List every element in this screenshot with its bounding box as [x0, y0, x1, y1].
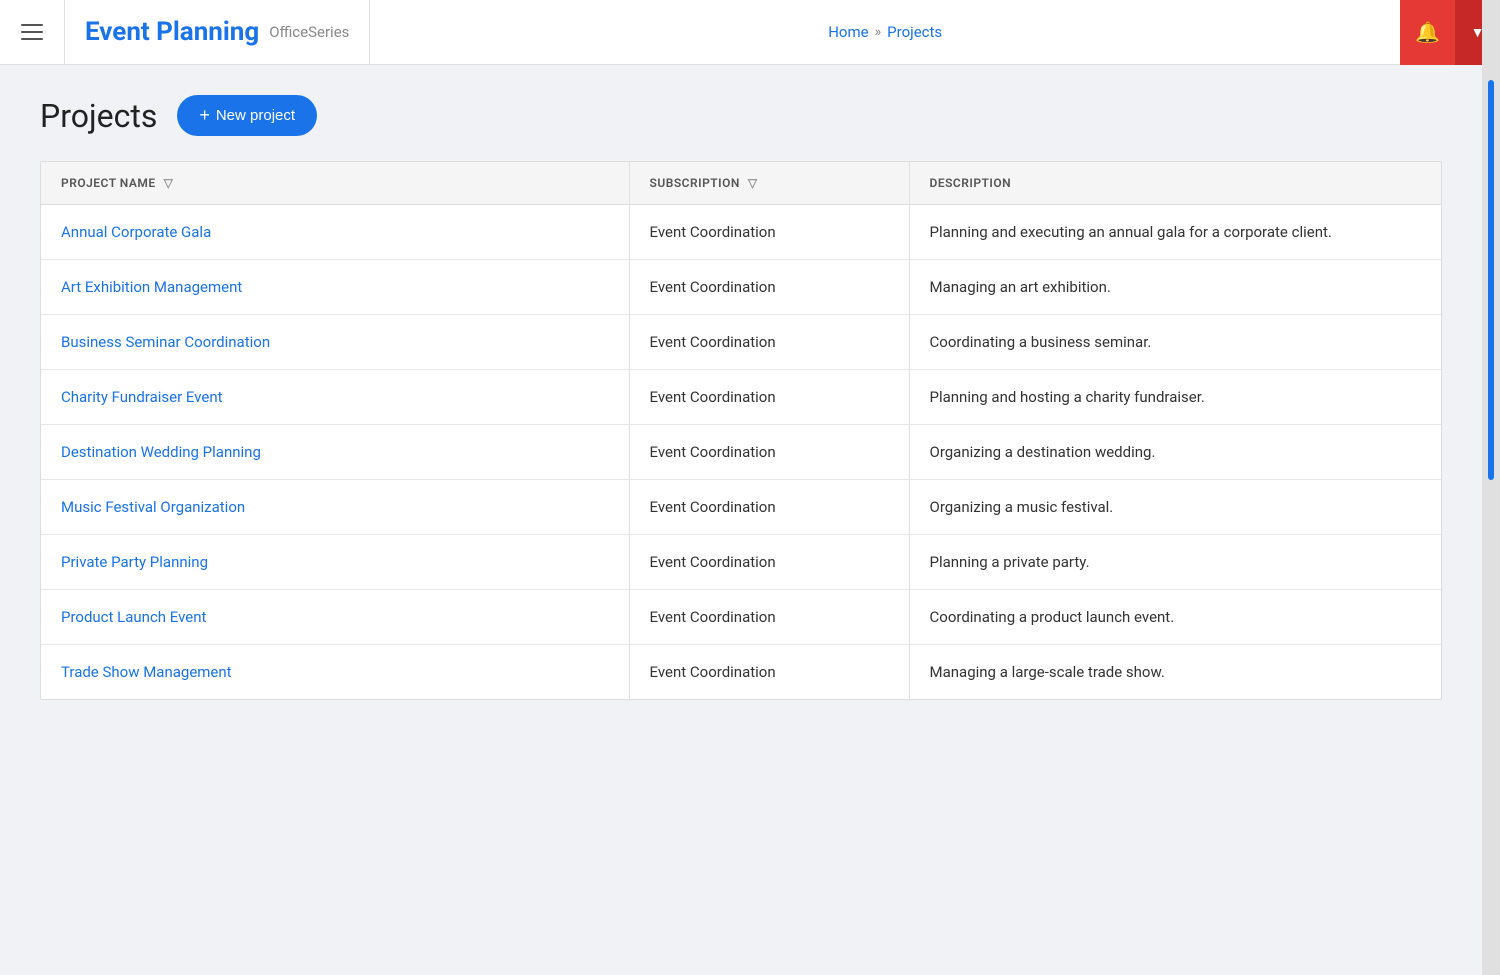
- project-name-link[interactable]: Product Launch Event: [61, 608, 206, 626]
- table-row: Annual Corporate Gala Event CoordinationP…: [41, 205, 1441, 260]
- project-name-cell: Art Exhibition Management: [41, 260, 629, 315]
- project-name-cell: Private Party Planning: [41, 535, 629, 590]
- app-header: Event Planning OfficeSeries Home » Proje…: [0, 0, 1500, 65]
- project-description-cell: Managing a large-scale trade show.: [909, 645, 1441, 700]
- project-description-cell: Organizing a destination wedding.: [909, 425, 1441, 480]
- project-name-link[interactable]: Annual Corporate Gala: [61, 223, 211, 241]
- table-row: Music Festival Organization Event Coordin…: [41, 480, 1441, 535]
- table-row: Product Launch Event Event CoordinationCo…: [41, 590, 1441, 645]
- new-project-label: New project: [216, 107, 295, 124]
- table-row: Charity Fundraiser Event Event Coordinati…: [41, 370, 1441, 425]
- project-subscription-cell: Event Coordination: [629, 205, 909, 260]
- plus-icon: +: [199, 105, 210, 126]
- brand-title: Event Planning: [85, 17, 259, 47]
- bell-icon: 🔔: [1415, 20, 1440, 45]
- project-name-link[interactable]: Music Festival Organization: [61, 498, 245, 516]
- project-description-cell: Coordinating a business seminar.: [909, 315, 1441, 370]
- project-name-cell: Trade Show Management: [41, 645, 629, 700]
- project-name-cell: Charity Fundraiser Event: [41, 370, 629, 425]
- hamburger-icon: [21, 24, 43, 40]
- project-name-cell: Destination Wedding Planning: [41, 425, 629, 480]
- table-row: Art Exhibition Management Event Coordinat…: [41, 260, 1441, 315]
- filter-name-icon[interactable]: ▽: [164, 176, 174, 190]
- project-subscription-cell: Event Coordination: [629, 645, 909, 700]
- project-description-cell: Managing an art exhibition.: [909, 260, 1441, 315]
- project-name-link[interactable]: Art Exhibition Management: [61, 278, 242, 296]
- table-row: Destination Wedding Planning Event Coordi…: [41, 425, 1441, 480]
- project-subscription-cell: Event Coordination: [629, 260, 909, 315]
- project-name-cell: Product Launch Event: [41, 590, 629, 645]
- project-name-cell: Annual Corporate Gala: [41, 205, 629, 260]
- col-header-description: DESCRIPTION: [909, 162, 1441, 205]
- breadcrumb-separator: »: [875, 24, 882, 40]
- project-description-cell: Planning a private party.: [909, 535, 1441, 590]
- brand-area: Event Planning OfficeSeries: [65, 0, 370, 65]
- breadcrumb: Home » Projects: [370, 23, 1400, 41]
- project-name-link[interactable]: Private Party Planning: [61, 553, 208, 571]
- notification-button[interactable]: 🔔: [1400, 0, 1455, 65]
- project-subscription-cell: Event Coordination: [629, 480, 909, 535]
- project-description-cell: Planning and hosting a charity fundraise…: [909, 370, 1441, 425]
- project-subscription-cell: Event Coordination: [629, 315, 909, 370]
- page-title: Projects: [40, 97, 157, 135]
- table-header-row: PROJECT NAME ▽ SUBSCRIPTION ▽ DESCRIPTIO…: [41, 162, 1441, 205]
- brand-subtitle: OfficeSeries: [269, 23, 349, 41]
- project-description-cell: Coordinating a product launch event.: [909, 590, 1441, 645]
- project-name-link[interactable]: Trade Show Management: [61, 663, 232, 681]
- breadcrumb-home[interactable]: Home: [828, 23, 868, 41]
- project-name-cell: Music Festival Organization: [41, 480, 629, 535]
- project-subscription-cell: Event Coordination: [629, 535, 909, 590]
- project-subscription-cell: Event Coordination: [629, 425, 909, 480]
- project-name-link[interactable]: Business Seminar Coordination: [61, 333, 270, 351]
- projects-table-container: PROJECT NAME ▽ SUBSCRIPTION ▽ DESCRIPTIO…: [40, 161, 1442, 700]
- page-header: Projects + New project: [40, 95, 1460, 136]
- project-name-link[interactable]: Charity Fundraiser Event: [61, 388, 223, 406]
- filter-subscription-icon[interactable]: ▽: [748, 176, 758, 190]
- project-description-cell: Planning and executing an annual gala fo…: [909, 205, 1441, 260]
- project-subscription-cell: Event Coordination: [629, 590, 909, 645]
- scrollbar-thumb[interactable]: [1488, 80, 1494, 480]
- table-row: Business Seminar Coordination Event Coord…: [41, 315, 1441, 370]
- col-header-subscription: SUBSCRIPTION ▽: [629, 162, 909, 205]
- col-header-name: PROJECT NAME ▽: [41, 162, 629, 205]
- project-name-link[interactable]: Destination Wedding Planning: [61, 443, 261, 461]
- hamburger-button[interactable]: [0, 0, 65, 65]
- project-description-cell: Organizing a music festival.: [909, 480, 1441, 535]
- new-project-button[interactable]: + New project: [177, 95, 317, 136]
- table-row: Private Party Planning Event Coordination…: [41, 535, 1441, 590]
- project-subscription-cell: Event Coordination: [629, 370, 909, 425]
- scrollbar-track[interactable]: [1482, 0, 1500, 975]
- project-name-cell: Business Seminar Coordination: [41, 315, 629, 370]
- projects-table: PROJECT NAME ▽ SUBSCRIPTION ▽ DESCRIPTIO…: [41, 162, 1441, 699]
- table-row: Trade Show Management Event CoordinationM…: [41, 645, 1441, 700]
- main-content: Projects + New project PROJECT NAME ▽: [0, 65, 1500, 730]
- breadcrumb-projects[interactable]: Projects: [887, 23, 942, 41]
